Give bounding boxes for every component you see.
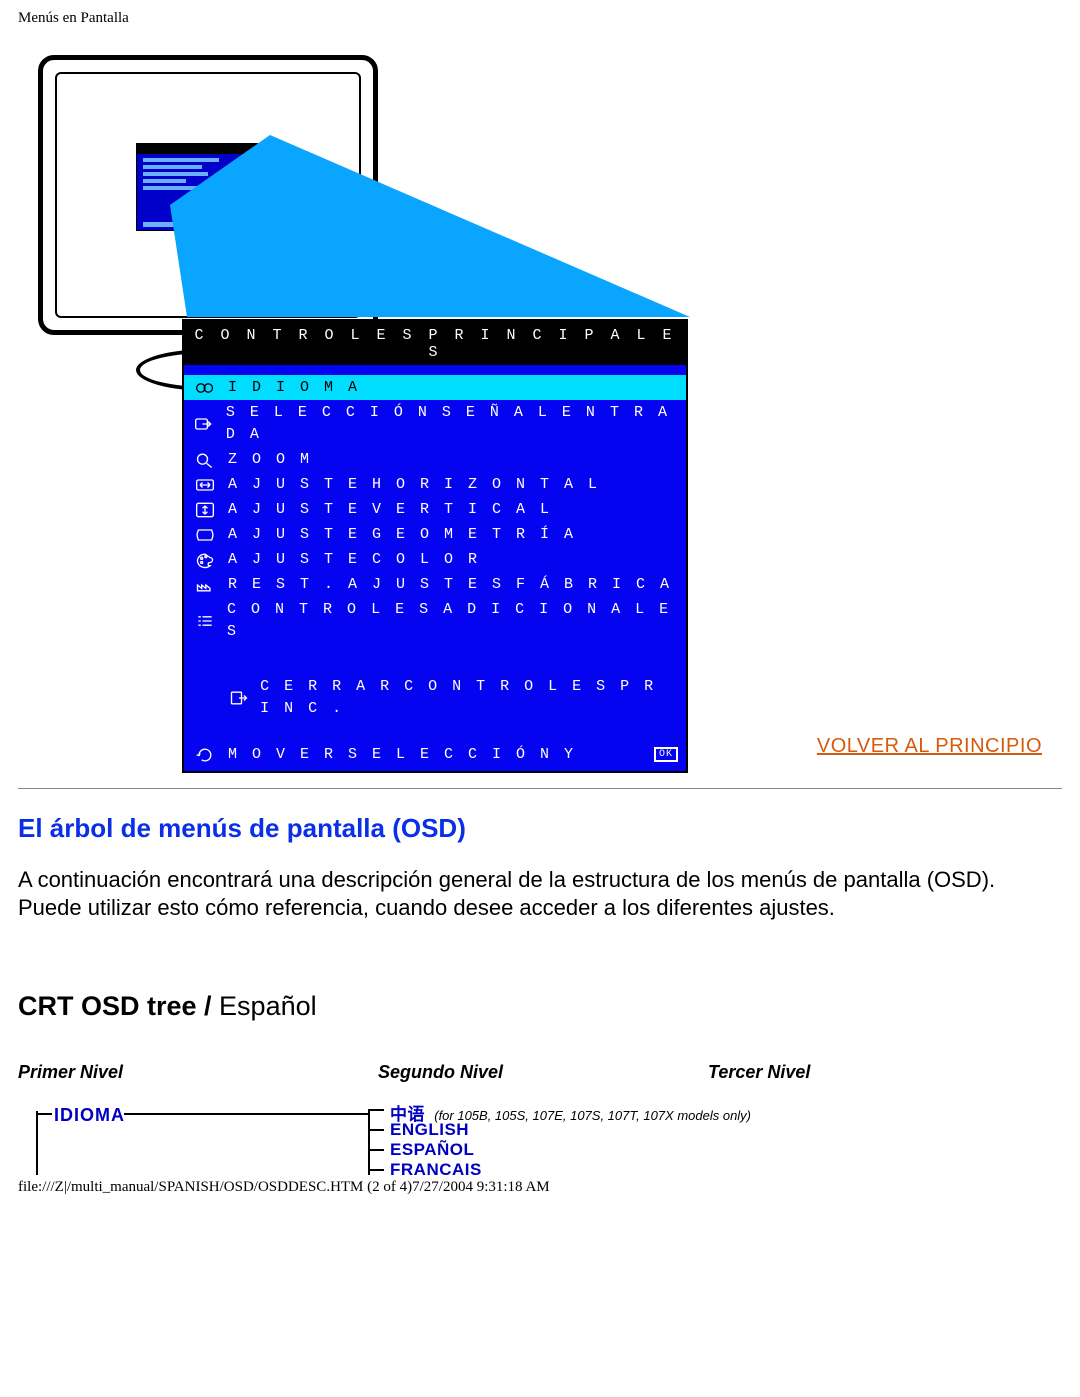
osd-item-label: C O N T R O L E S A D I C I O N A L E S bbox=[227, 599, 678, 643]
input-icon bbox=[192, 415, 216, 433]
osd-item-input[interactable]: S E L E C C I Ó N S E Ñ A L E N T R A D … bbox=[192, 400, 678, 447]
osd-item-geometry[interactable]: A J U S T E G E O M E T R Í A bbox=[192, 522, 678, 547]
osd-item-label: R E S T . A J U S T E S F Á B R I C A bbox=[228, 574, 672, 596]
osd-item-vadjust[interactable]: A J U S T E V E R T I C A L bbox=[192, 497, 678, 522]
geometry-icon bbox=[192, 526, 218, 544]
vertical-icon bbox=[192, 501, 218, 519]
osd-panel: C O N T R O L E S P R I N C I P A L E S … bbox=[182, 319, 688, 773]
factory-icon bbox=[192, 576, 218, 594]
section-heading: El árbol de menús de pantalla (OSD) bbox=[18, 813, 1062, 844]
tree-lang-label: ESPAÑOL bbox=[390, 1140, 474, 1159]
body-text: A continuación encontrará una descripció… bbox=[18, 866, 1058, 921]
osd-title: C O N T R O L E S P R I N C I P A L E S bbox=[184, 321, 686, 365]
tree-title: CRT OSD tree / Español bbox=[18, 991, 1062, 1022]
osd-item-label: A J U S T E V E R T I C A L bbox=[228, 499, 552, 521]
tree-lang-note: (for 105B, 105S, 107E, 107S, 107T, 107X … bbox=[434, 1108, 751, 1123]
osd-close-row[interactable]: C E R R A R C O N T R O L E S P R I N C … bbox=[192, 674, 678, 721]
osd-item-label: S E L E C C I Ó N S E Ñ A L E N T R A D … bbox=[226, 402, 678, 446]
osd-item-label: Z O O M bbox=[228, 449, 312, 471]
osd-footer: M O V E R S E L E C C I Ó N Y OK bbox=[184, 735, 686, 771]
monitor-illustration: C O N T R O L E S P R I N C I P A L E S … bbox=[26, 55, 726, 695]
osd-item-label: I D I O M A bbox=[228, 377, 360, 399]
tree-lang-row: ESPAÑOL bbox=[390, 1140, 474, 1160]
tree-title-bold: CRT OSD tree / bbox=[18, 991, 212, 1021]
osd-item-label: A J U S T E C O L O R bbox=[228, 549, 480, 571]
breadcrumb: Menús en Pantalla bbox=[18, 10, 1062, 27]
language-icon bbox=[192, 379, 218, 397]
tree-l1-idioma: IDIOMA bbox=[54, 1105, 125, 1126]
divider bbox=[18, 788, 1062, 789]
tree-lang-row: FRANCAIS bbox=[390, 1160, 482, 1175]
tree-title-rest: Español bbox=[212, 991, 317, 1021]
osd-item-idioma[interactable]: I D I O M A bbox=[184, 375, 686, 400]
osd-footer-text: M O V E R S E L E C C I Ó N Y bbox=[228, 746, 576, 763]
level-2-header: Segundo Nivel bbox=[378, 1062, 708, 1083]
palette-icon bbox=[192, 551, 218, 569]
ok-indicator: OK bbox=[654, 747, 678, 762]
zoom-icon bbox=[192, 451, 218, 469]
tree-lang-label: ENGLISH bbox=[390, 1120, 469, 1139]
osd-item-label: A J U S T E H O R I Z O N T A L bbox=[228, 474, 600, 496]
tree-lang-row: ENGLISH bbox=[390, 1120, 469, 1140]
horizontal-icon bbox=[192, 476, 218, 494]
osd-item-zoom[interactable]: Z O O M bbox=[192, 447, 678, 472]
tree-lang-label: FRANCAIS bbox=[390, 1160, 482, 1175]
exit-icon bbox=[228, 689, 250, 707]
file-footer: file:///Z|/multi_manual/SPANISH/OSD/OSDD… bbox=[18, 1179, 1062, 1196]
osd-tree: IDIOMA 中语 (for 105B, 105S, 107E, 107S, 1… bbox=[18, 1103, 1062, 1175]
level-headers: Primer Nivel Segundo Nivel Tercer Nivel bbox=[18, 1062, 1062, 1083]
rotate-icon bbox=[192, 745, 218, 763]
level-3-header: Tercer Nivel bbox=[708, 1062, 1062, 1083]
osd-close-label: C E R R A R C O N T R O L E S P R I N C … bbox=[260, 676, 678, 720]
osd-item-extra[interactable]: C O N T R O L E S A D I C I O N A L E S bbox=[192, 597, 678, 644]
level-1-header: Primer Nivel bbox=[18, 1062, 378, 1083]
list-icon bbox=[192, 612, 217, 630]
osd-item-label: A J U S T E G E O M E T R Í A bbox=[228, 524, 576, 546]
osd-item-color[interactable]: A J U S T E C O L O R bbox=[192, 547, 678, 572]
osd-item-factory[interactable]: R E S T . A J U S T E S F Á B R I C A bbox=[192, 572, 678, 597]
osd-item-hadjust[interactable]: A J U S T E H O R I Z O N T A L bbox=[192, 472, 678, 497]
